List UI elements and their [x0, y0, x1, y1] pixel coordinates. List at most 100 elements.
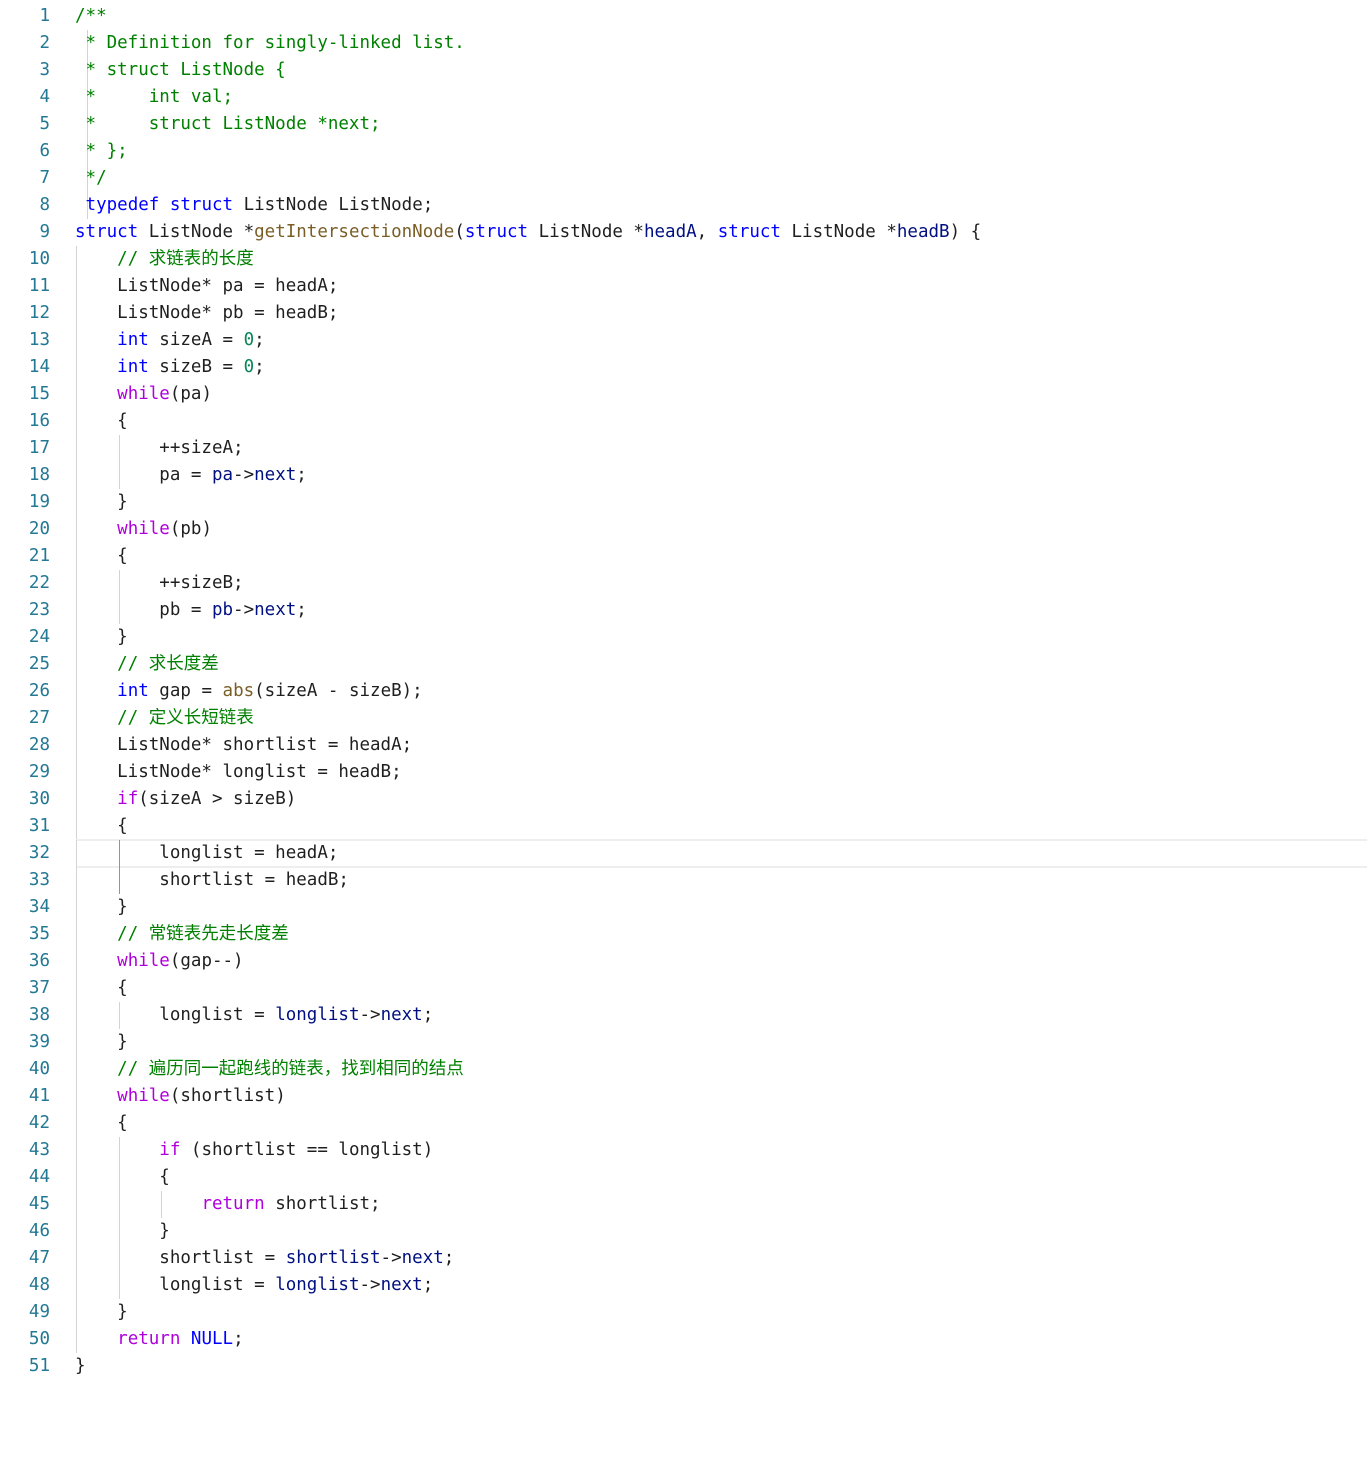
text-token: ; — [296, 600, 307, 620]
code-line[interactable]: 19 } — [0, 489, 1367, 516]
text-token: ; — [422, 1275, 434, 1295]
code-line[interactable]: 12 ListNode* pb = headB; — [0, 300, 1367, 327]
code-line[interactable]: 14 int sizeB = 0; — [0, 354, 1367, 381]
control-token: return — [117, 1329, 181, 1349]
code-line[interactable]: 45 return shortlist; — [0, 1191, 1367, 1218]
code-text: */ — [75, 165, 107, 192]
code-line[interactable]: 42 { — [0, 1110, 1367, 1137]
code-line[interactable]: 43 if (shortlist == longlist) — [0, 1137, 1367, 1164]
text-token: { — [75, 546, 128, 566]
text-token: ListNode* shortlist = headA; — [75, 735, 413, 755]
code-line[interactable]: 9 struct ListNode *getIntersectionNode(st… — [0, 219, 1367, 246]
code-line[interactable]: 50 return NULL; — [0, 1326, 1367, 1353]
line-number: 6 — [39, 141, 50, 161]
text-token: -> — [359, 1005, 381, 1025]
var-token: next — [254, 600, 297, 620]
code-line[interactable]: 31 { — [0, 813, 1367, 840]
code-line[interactable]: 17 ++sizeA; — [0, 435, 1367, 462]
text-token: ListNode* pb = headB; — [75, 303, 339, 323]
code-line[interactable]: 24 } — [0, 624, 1367, 651]
control-token: while — [117, 951, 170, 971]
code-text: return shortlist; — [75, 1191, 380, 1218]
code-line[interactable]: 36 while(gap--) — [0, 948, 1367, 975]
text-token: shortlist = — [75, 1248, 286, 1268]
code-line[interactable]: 3 * struct ListNode { — [0, 57, 1367, 84]
func-token: getIntersectionNode — [254, 222, 455, 242]
code-text: // 求长度差 — [75, 651, 219, 678]
code-text: } — [75, 1299, 128, 1326]
code-line[interactable]: 5 * struct ListNode *next; — [0, 111, 1367, 138]
code-line[interactable]: 4 * int val; — [0, 84, 1367, 111]
line-number: 22 — [28, 573, 50, 593]
code-line[interactable]: 49 } — [0, 1299, 1367, 1326]
code-line[interactable]: 23 pb = pb->next; — [0, 597, 1367, 624]
code-line[interactable]: 1 /** — [0, 3, 1367, 30]
code-line[interactable]: 10 // 求链表的长度 — [0, 246, 1367, 273]
code-line[interactable]: 40 // 遍历同一起跑线的链表，找到相同的结点 — [0, 1056, 1367, 1083]
code-line[interactable]: 13 int sizeA = 0; — [0, 327, 1367, 354]
line-number: 41 — [28, 1086, 50, 1106]
code-line[interactable]: 26 int gap = abs(sizeA - sizeB); — [0, 678, 1367, 705]
comment-cjk-token: 求链表的长度 — [148, 249, 254, 269]
code-line[interactable]: 22 ++sizeB; — [0, 570, 1367, 597]
text-token: } — [75, 1221, 170, 1241]
code-line[interactable]: 18 pa = pa->next; — [0, 462, 1367, 489]
code-line[interactable]: 41 while(shortlist) — [0, 1083, 1367, 1110]
code-text: // 遍历同一起跑线的链表，找到相同的结点 — [75, 1056, 464, 1083]
code-line[interactable]: 37 { — [0, 975, 1367, 1002]
code-line[interactable]: 44 { — [0, 1164, 1367, 1191]
code-line[interactable]: 15 while(pa) — [0, 381, 1367, 408]
code-line[interactable]: 35 // 常链表先走长度差 — [0, 921, 1367, 948]
text-token: ListNode* pa = headA; — [75, 276, 339, 296]
code-line[interactable]: 51} — [0, 1353, 1367, 1380]
text-token: ListNode * — [528, 222, 644, 242]
code-text: while(pa) — [75, 381, 212, 408]
code-text: { — [75, 975, 128, 1002]
var-token: headB — [896, 222, 950, 242]
text-token: -> — [233, 465, 255, 485]
code-text: ++sizeA; — [75, 435, 243, 462]
code-line[interactable]: 16 { — [0, 408, 1367, 435]
code-line[interactable]: 25 // 求长度差 — [0, 651, 1367, 678]
code-line[interactable]: 8 typedef struct ListNode ListNode; — [0, 192, 1367, 219]
code-text: typedef struct ListNode ListNode; — [75, 192, 434, 219]
code-line[interactable]: 47 shortlist = shortlist->next; — [0, 1245, 1367, 1272]
code-text: { — [75, 813, 128, 840]
comment-token: * int val; — [75, 87, 234, 107]
comment-token: // — [117, 654, 149, 674]
code-line[interactable]: 33 shortlist = headB; — [0, 867, 1367, 894]
text-token: gap = — [148, 681, 223, 701]
code-line[interactable]: 28 ListNode* shortlist = headA; — [0, 732, 1367, 759]
code-line[interactable]: 7 */ — [0, 165, 1367, 192]
keyword-token: typedef — [85, 195, 160, 215]
comment-token: * struct ListNode { — [75, 60, 286, 80]
code-line[interactable]: 30 if(sizeA > sizeB) — [0, 786, 1367, 813]
code-line[interactable]: 29 ListNode* longlist = headB; — [0, 759, 1367, 786]
code-line[interactable]: 39 } — [0, 1029, 1367, 1056]
code-text: ListNode* pb = headB; — [75, 300, 338, 327]
code-text: pb = pb->next; — [75, 597, 307, 624]
code-editor[interactable]: 1 /** 2 * Definition for singly-linked lis… — [0, 3, 1367, 1380]
var-token: next — [380, 1275, 423, 1295]
text-token: shortlist = headB; — [75, 870, 349, 890]
code-line[interactable]: 38 longlist = longlist->next; — [0, 1002, 1367, 1029]
code-line[interactable]: 21 { — [0, 543, 1367, 570]
code-line[interactable]: 34 } — [0, 894, 1367, 921]
line-number: 33 — [28, 870, 50, 890]
code-line[interactable]: 46 } — [0, 1218, 1367, 1245]
code-line[interactable]: 2 * Definition for singly-linked list. — [0, 30, 1367, 57]
code-line[interactable]: 20 while(pb) — [0, 516, 1367, 543]
code-line[interactable]: 6 * }; — [0, 138, 1367, 165]
code-line[interactable]: 48 longlist = longlist->next; — [0, 1272, 1367, 1299]
line-number: 40 — [28, 1059, 50, 1079]
code-line[interactable]: 11 ListNode* pa = headA; — [0, 273, 1367, 300]
code-line[interactable]: 27 // 定义长短链表 — [0, 705, 1367, 732]
var-token: next — [380, 1005, 423, 1025]
code-line[interactable]: 32 longlist = headA; — [0, 839, 1367, 868]
text-token: } — [75, 1032, 128, 1052]
line-number: 38 — [28, 1005, 50, 1025]
